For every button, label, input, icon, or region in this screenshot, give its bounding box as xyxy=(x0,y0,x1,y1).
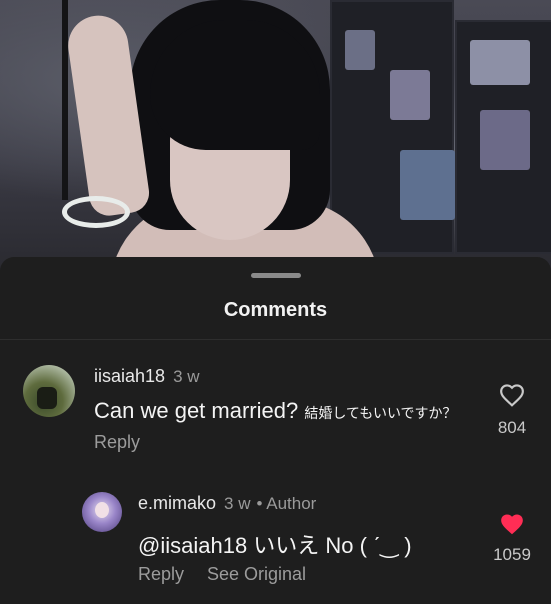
figure xyxy=(345,30,375,70)
person-bangs xyxy=(150,20,320,150)
username[interactable]: iisaiah18 xyxy=(94,366,165,386)
timestamp: 3 w xyxy=(224,494,251,513)
heart-filled-icon[interactable] xyxy=(499,512,525,536)
username[interactable]: e.mimako xyxy=(138,493,216,513)
sheet-title: Comments xyxy=(223,299,328,321)
comment-body: Can we get married? xyxy=(94,398,299,423)
figure xyxy=(480,110,530,170)
comment-header: e.mimako 3 w • Author xyxy=(138,493,316,514)
comment-text: Can we get married? 結婚してもいいですか？ xyxy=(94,398,457,424)
comment-text: @iisaiah18 いいえ No ( ˊ‿ ) xyxy=(138,533,412,558)
heart-outline-icon[interactable] xyxy=(499,383,525,407)
video-background[interactable] xyxy=(0,0,551,270)
avatar-face xyxy=(95,502,109,518)
reply-button[interactable]: Reply xyxy=(94,432,140,453)
reply-button[interactable]: Reply xyxy=(138,564,184,585)
figure xyxy=(470,40,530,85)
comment-header: iisaiah18 3 w xyxy=(94,366,200,387)
comment-body-jp: 結婚してもいいですか？ xyxy=(304,405,457,421)
like-count: 1059 xyxy=(493,545,531,564)
divider xyxy=(0,339,551,340)
avatar-figure xyxy=(37,387,57,409)
avatar[interactable] xyxy=(23,365,75,417)
see-original-button[interactable]: See Original xyxy=(207,564,306,585)
figure xyxy=(390,70,430,120)
bracelet xyxy=(62,196,130,228)
like-count: 804 xyxy=(497,418,527,437)
timestamp: 3 w xyxy=(173,367,200,386)
author-badge: • Author xyxy=(256,494,317,513)
drag-handle[interactable] xyxy=(251,273,301,278)
avatar[interactable] xyxy=(82,492,122,532)
mic-stand xyxy=(62,0,68,200)
figure xyxy=(400,150,455,220)
